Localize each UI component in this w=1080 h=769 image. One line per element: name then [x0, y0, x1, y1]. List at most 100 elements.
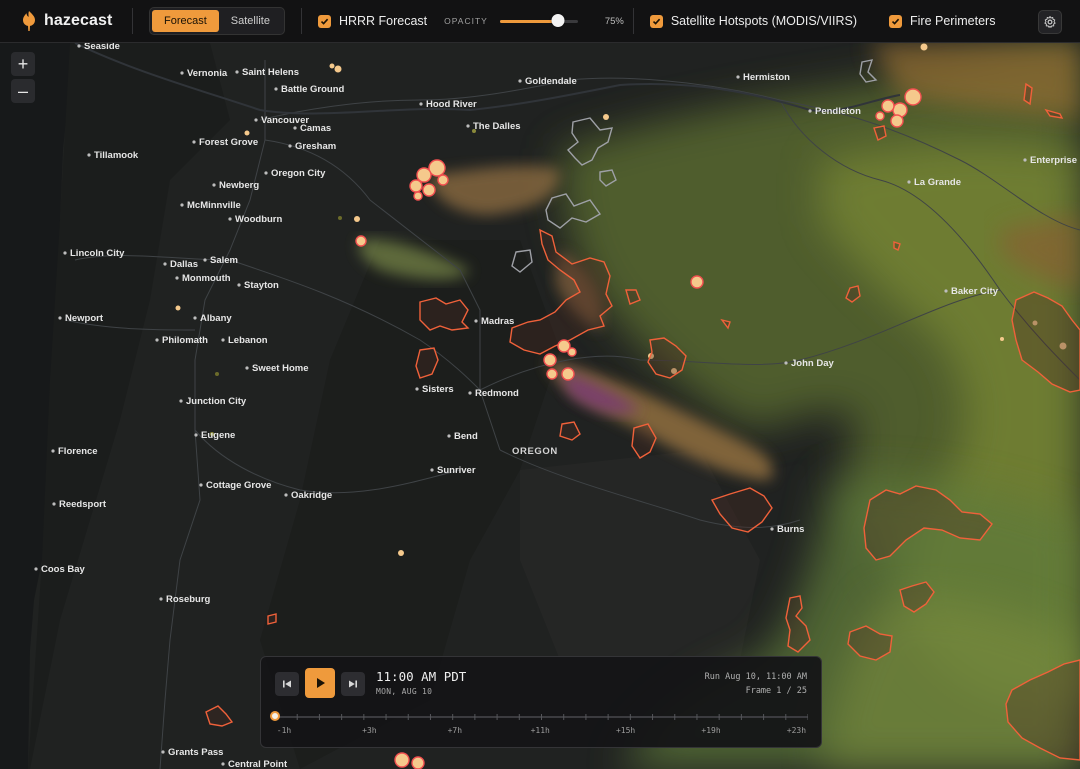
city-label: Roseburg: [166, 594, 211, 605]
flame-logo-icon: [23, 11, 35, 31]
fire-perimeters-toggle[interactable]: Fire Perimeters: [889, 14, 995, 28]
timeline-tick-label: +23h: [786, 726, 807, 735]
city-label: Burns: [777, 524, 804, 535]
city-label: Albany: [200, 313, 232, 324]
toolbar-divider: [132, 8, 133, 34]
city-marker: Hermiston: [736, 72, 790, 83]
timeline-tick-label: -1h: [276, 726, 292, 735]
skip-back-icon: [283, 680, 291, 688]
hrrr-forecast-toggle[interactable]: HRRR Forecast: [317, 14, 427, 28]
timeline-tick-label: +15h: [615, 726, 636, 735]
play-button[interactable]: [305, 668, 335, 698]
top-toolbar: hazecast Forecast Satellite HRRR Forecas…: [0, 0, 1080, 43]
city-marker: Roseburg: [159, 594, 211, 605]
city-marker: The Dalles: [466, 121, 521, 132]
city-marker: Enterprise: [1023, 155, 1077, 166]
zoom-in-label: +: [17, 53, 29, 74]
city-label: Junction City: [186, 396, 247, 407]
timeline-tick-label: +11h: [530, 726, 550, 735]
timeline-tick-label: +19h: [701, 726, 721, 735]
current-time: 11:00 AM PDT: [376, 669, 467, 684]
city-label: Hermiston: [743, 72, 790, 83]
timeline-ticks: [275, 714, 808, 720]
city-marker: McMinnville: [180, 200, 241, 211]
city-label: Coos Bay: [41, 564, 86, 575]
city-marker: Seaside: [77, 43, 120, 52]
city-marker: Florence: [51, 446, 98, 457]
city-marker: Lincoln City: [63, 248, 125, 259]
previous-frame-button[interactable]: [275, 672, 299, 696]
city-label: Tillamook: [94, 150, 139, 161]
city-label: Salem: [210, 255, 238, 266]
city-label: Philomath: [162, 335, 208, 346]
city-marker: Sweet Home: [245, 363, 309, 374]
city-label: Hood River: [426, 99, 477, 110]
checkbox-checked-icon[interactable]: [889, 14, 903, 28]
brand[interactable]: hazecast: [22, 10, 132, 32]
next-frame-button[interactable]: [341, 672, 365, 696]
city-marker: Cottage Grove: [199, 480, 271, 491]
city-marker: Newport: [58, 313, 104, 324]
tab-forecast[interactable]: Forecast: [152, 10, 219, 32]
city-marker: Battle Ground: [274, 84, 345, 95]
brand-name: hazecast: [44, 12, 113, 29]
city-label: Grants Pass: [168, 747, 223, 758]
city-label: Oakridge: [291, 490, 332, 501]
zoom-out-button[interactable]: –: [11, 79, 35, 103]
city-label: Battle Ground: [281, 84, 345, 95]
view-mode-toggle: Forecast Satellite: [149, 7, 285, 35]
timeline-tick-label: +7h: [447, 726, 463, 735]
city-label: Pendleton: [815, 106, 861, 117]
timeline-thumb[interactable]: [270, 711, 280, 721]
city-label: The Dalles: [473, 121, 521, 132]
city-label: Monmouth: [182, 273, 231, 284]
city-marker: Lebanon: [221, 335, 268, 346]
city-marker: Junction City: [179, 396, 247, 407]
toolbar-divider: [300, 8, 302, 34]
city-marker: Forest Grove: [192, 137, 258, 148]
city-label: Lincoln City: [70, 248, 125, 259]
skip-forward-icon: [349, 680, 357, 688]
city-marker: Grants Pass: [161, 747, 223, 758]
toolbar-divider: [632, 8, 634, 34]
checkbox-checked-icon[interactable]: [649, 14, 663, 28]
fire-perimeters-label: Fire Perimeters: [910, 14, 996, 28]
city-label: Woodburn: [235, 214, 283, 225]
city-label: Seaside: [84, 43, 120, 52]
city-marker: Sisters: [415, 384, 454, 395]
city-marker: Philomath: [155, 335, 208, 346]
city-marker: Goldendale: [518, 76, 577, 87]
city-marker: Redmond: [468, 388, 519, 399]
city-marker: Madras: [474, 316, 514, 327]
city-marker: Woodburn: [228, 214, 283, 225]
timeline-scrubber[interactable]: [270, 711, 808, 721]
city-marker: Gresham: [288, 141, 336, 152]
tab-satellite[interactable]: Satellite: [219, 10, 282, 32]
settings-button[interactable]: [1038, 10, 1062, 34]
city-marker: Central Point: [221, 759, 288, 769]
city-label: McMinnville: [187, 200, 241, 211]
opacity-slider-fill: [499, 20, 559, 23]
opacity-slider[interactable]: [499, 14, 578, 28]
city-marker: Albany: [193, 313, 232, 324]
city-label: Florence: [58, 446, 98, 457]
checkbox-checked-icon[interactable]: [317, 14, 331, 28]
opacity-label: OPACITY: [444, 16, 488, 26]
city-label: Gresham: [295, 141, 336, 152]
timeline-tick-label: +3h: [362, 726, 377, 735]
gear-icon: [1044, 15, 1056, 28]
city-label: Vernonia: [187, 68, 228, 79]
city-marker: La Grande: [907, 177, 961, 188]
play-icon: [316, 678, 325, 688]
city-marker: Baker City: [944, 286, 999, 297]
city-label: Sweet Home: [252, 363, 309, 374]
city-label: Redmond: [475, 388, 519, 399]
zoom-in-button[interactable]: +: [11, 52, 35, 76]
city-label: Newberg: [219, 180, 259, 191]
city-marker: Newberg: [212, 180, 259, 191]
satellite-hotspots-toggle[interactable]: Satellite Hotspots (MODIS/VIIRS): [649, 14, 857, 28]
city-marker: Pendleton: [808, 106, 861, 117]
city-label: Goldendale: [525, 76, 577, 87]
current-date: MON, AUG 10: [376, 687, 433, 696]
opacity-slider-thumb[interactable]: [551, 14, 565, 27]
